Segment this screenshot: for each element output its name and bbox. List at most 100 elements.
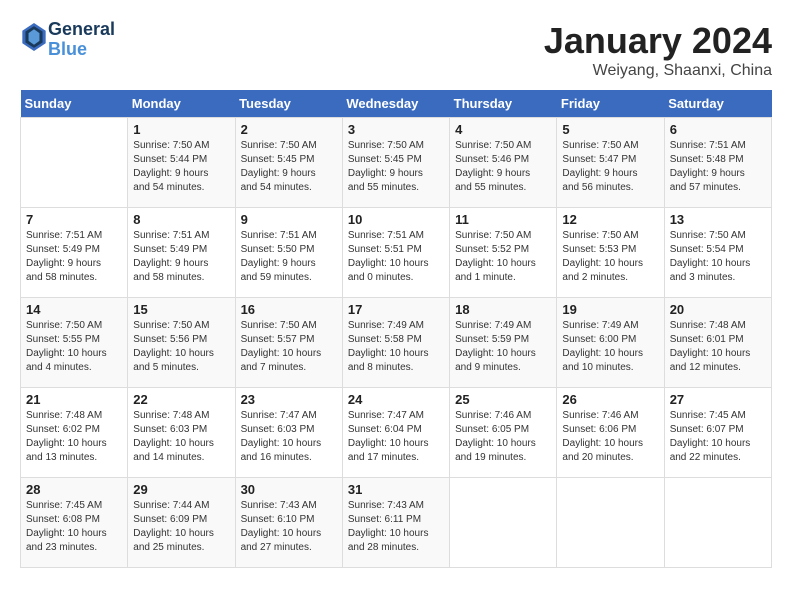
calendar-empty-cell — [450, 478, 557, 568]
header-day-sunday: Sunday — [21, 90, 128, 118]
title-area: January 2024 Weiyang, Shaanxi, China — [544, 20, 772, 80]
header-day-monday: Monday — [128, 90, 235, 118]
logo-icon — [22, 23, 46, 51]
day-number: 26 — [562, 392, 658, 407]
logo-text: General Blue — [48, 20, 115, 60]
calendar-day-14: 14 Sunrise: 7:50 AM Sunset: 5:55 PM Dayli… — [21, 298, 128, 388]
day-number: 18 — [455, 302, 551, 317]
calendar-day-11: 11 Sunrise: 7:50 AM Sunset: 5:52 PM Dayli… — [450, 208, 557, 298]
logo: General Blue — [20, 20, 115, 60]
day-number: 3 — [348, 122, 444, 137]
day-number: 20 — [670, 302, 766, 317]
day-info: Sunrise: 7:45 AM Sunset: 6:07 PM Dayligh… — [670, 409, 766, 465]
day-number: 6 — [670, 122, 766, 137]
calendar-week-5: 28 Sunrise: 7:45 AM Sunset: 6:08 PM Dayli… — [21, 478, 772, 568]
day-info: Sunrise: 7:49 AM Sunset: 5:59 PM Dayligh… — [455, 319, 551, 375]
calendar-day-6: 6 Sunrise: 7:51 AM Sunset: 5:48 PM Daylig… — [664, 118, 771, 208]
header-day-tuesday: Tuesday — [235, 90, 342, 118]
calendar-day-31: 31 Sunrise: 7:43 AM Sunset: 6:11 PM Dayli… — [342, 478, 449, 568]
day-info: Sunrise: 7:45 AM Sunset: 6:08 PM Dayligh… — [26, 499, 122, 555]
day-info: Sunrise: 7:50 AM Sunset: 5:46 PM Dayligh… — [455, 139, 551, 195]
calendar-day-3: 3Sunrise: 7:50 AM Sunset: 5:45 PM Daylig… — [342, 118, 449, 208]
calendar-header: SundayMondayTuesdayWednesdayThursdayFrid… — [21, 90, 772, 118]
calendar-day-16: 16Sunrise: 7:50 AM Sunset: 5:57 PM Dayli… — [235, 298, 342, 388]
calendar-day-18: 18 Sunrise: 7:49 AM Sunset: 5:59 PM Dayli… — [450, 298, 557, 388]
day-info: Sunrise: 7:43 AM Sunset: 6:10 PM Dayligh… — [241, 499, 337, 555]
day-info: Sunrise: 7:47 AM Sunset: 6:04 PM Dayligh… — [348, 409, 444, 465]
day-number: 30 — [241, 482, 337, 497]
calendar-day-30: 30 Sunrise: 7:43 AM Sunset: 6:10 PM Dayli… — [235, 478, 342, 568]
calendar-empty-cell — [21, 118, 128, 208]
day-number: 15 — [133, 302, 229, 317]
day-number: 22 — [133, 392, 229, 407]
calendar-day-27: 27 Sunrise: 7:45 AM Sunset: 6:07 PM Dayli… — [664, 388, 771, 478]
day-info: Sunrise: 7:48 AM Sunset: 6:03 PM Dayligh… — [133, 409, 229, 465]
day-info: Sunrise: 7:50 AM Sunset: 5:52 PM Dayligh… — [455, 229, 551, 285]
page-header: General Blue January 2024 Weiyang, Shaan… — [20, 20, 772, 80]
day-info: Sunrise: 7:49 AM Sunset: 6:00 PM Dayligh… — [562, 319, 658, 375]
calendar-week-1: 1 Sunrise: 7:50 AM Sunset: 5:44 PM Daylig… — [21, 118, 772, 208]
day-info: Sunrise: 7:50 AM Sunset: 5:44 PM Dayligh… — [133, 139, 229, 195]
day-number: 8 — [133, 212, 229, 227]
day-number: 27 — [670, 392, 766, 407]
calendar-day-12: 12 Sunrise: 7:50 AM Sunset: 5:53 PM Dayli… — [557, 208, 664, 298]
day-info: Sunrise: 7:43 AM Sunset: 6:11 PM Dayligh… — [348, 499, 444, 555]
day-info: Sunrise: 7:44 AM Sunset: 6:09 PM Dayligh… — [133, 499, 229, 555]
calendar-day-25: 25Sunrise: 7:46 AM Sunset: 6:05 PM Dayli… — [450, 388, 557, 478]
day-info: Sunrise: 7:48 AM Sunset: 6:02 PM Dayligh… — [26, 409, 122, 465]
day-number: 10 — [348, 212, 444, 227]
day-number: 11 — [455, 212, 551, 227]
day-number: 12 — [562, 212, 658, 227]
day-number: 4 — [455, 122, 551, 137]
day-number: 24 — [348, 392, 444, 407]
day-number: 9 — [241, 212, 337, 227]
day-info: Sunrise: 7:51 AM Sunset: 5:49 PM Dayligh… — [26, 229, 122, 285]
calendar-table: SundayMondayTuesdayWednesdayThursdayFrid… — [20, 90, 772, 568]
calendar-day-1: 1 Sunrise: 7:50 AM Sunset: 5:44 PM Daylig… — [128, 118, 235, 208]
day-info: Sunrise: 7:51 AM Sunset: 5:50 PM Dayligh… — [241, 229, 337, 285]
month-title: January 2024 — [544, 20, 772, 62]
day-number: 1 — [133, 122, 229, 137]
day-number: 31 — [348, 482, 444, 497]
day-number: 13 — [670, 212, 766, 227]
calendar-empty-cell — [664, 478, 771, 568]
day-number: 23 — [241, 392, 337, 407]
day-info: Sunrise: 7:50 AM Sunset: 5:47 PM Dayligh… — [562, 139, 658, 195]
day-info: Sunrise: 7:50 AM Sunset: 5:56 PM Dayligh… — [133, 319, 229, 375]
day-info: Sunrise: 7:50 AM Sunset: 5:55 PM Dayligh… — [26, 319, 122, 375]
header-day-wednesday: Wednesday — [342, 90, 449, 118]
day-number: 29 — [133, 482, 229, 497]
calendar-day-21: 21 Sunrise: 7:48 AM Sunset: 6:02 PM Dayli… — [21, 388, 128, 478]
location: Weiyang, Shaanxi, China — [544, 62, 772, 80]
calendar-week-3: 14 Sunrise: 7:50 AM Sunset: 5:55 PM Dayli… — [21, 298, 772, 388]
day-info: Sunrise: 7:51 AM Sunset: 5:49 PM Dayligh… — [133, 229, 229, 285]
calendar-week-2: 7Sunrise: 7:51 AM Sunset: 5:49 PM Daylig… — [21, 208, 772, 298]
day-number: 28 — [26, 482, 122, 497]
day-number: 2 — [241, 122, 337, 137]
day-number: 25 — [455, 392, 551, 407]
calendar-day-20: 20 Sunrise: 7:48 AM Sunset: 6:01 PM Dayli… — [664, 298, 771, 388]
day-info: Sunrise: 7:49 AM Sunset: 5:58 PM Dayligh… — [348, 319, 444, 375]
day-info: Sunrise: 7:50 AM Sunset: 5:54 PM Dayligh… — [670, 229, 766, 285]
calendar-day-26: 26Sunrise: 7:46 AM Sunset: 6:06 PM Dayli… — [557, 388, 664, 478]
calendar-day-24: 24 Sunrise: 7:47 AM Sunset: 6:04 PM Dayli… — [342, 388, 449, 478]
day-number: 5 — [562, 122, 658, 137]
calendar-day-15: 15 Sunrise: 7:50 AM Sunset: 5:56 PM Dayli… — [128, 298, 235, 388]
day-info: Sunrise: 7:50 AM Sunset: 5:45 PM Dayligh… — [241, 139, 337, 195]
calendar-day-9: 9 Sunrise: 7:51 AM Sunset: 5:50 PM Daylig… — [235, 208, 342, 298]
calendar-day-17: 17 Sunrise: 7:49 AM Sunset: 5:58 PM Dayli… — [342, 298, 449, 388]
calendar-day-13: 13 Sunrise: 7:50 AM Sunset: 5:54 PM Dayli… — [664, 208, 771, 298]
calendar-day-29: 29 Sunrise: 7:44 AM Sunset: 6:09 PM Dayli… — [128, 478, 235, 568]
day-number: 14 — [26, 302, 122, 317]
day-number: 17 — [348, 302, 444, 317]
header-day-thursday: Thursday — [450, 90, 557, 118]
day-info: Sunrise: 7:48 AM Sunset: 6:01 PM Dayligh… — [670, 319, 766, 375]
header-day-friday: Friday — [557, 90, 664, 118]
calendar-day-10: 10Sunrise: 7:51 AM Sunset: 5:51 PM Dayli… — [342, 208, 449, 298]
day-info: Sunrise: 7:50 AM Sunset: 5:53 PM Dayligh… — [562, 229, 658, 285]
day-number: 21 — [26, 392, 122, 407]
day-info: Sunrise: 7:50 AM Sunset: 5:57 PM Dayligh… — [241, 319, 337, 375]
calendar-day-2: 2 Sunrise: 7:50 AM Sunset: 5:45 PM Daylig… — [235, 118, 342, 208]
day-info: Sunrise: 7:47 AM Sunset: 6:03 PM Dayligh… — [241, 409, 337, 465]
day-info: Sunrise: 7:51 AM Sunset: 5:48 PM Dayligh… — [670, 139, 766, 195]
